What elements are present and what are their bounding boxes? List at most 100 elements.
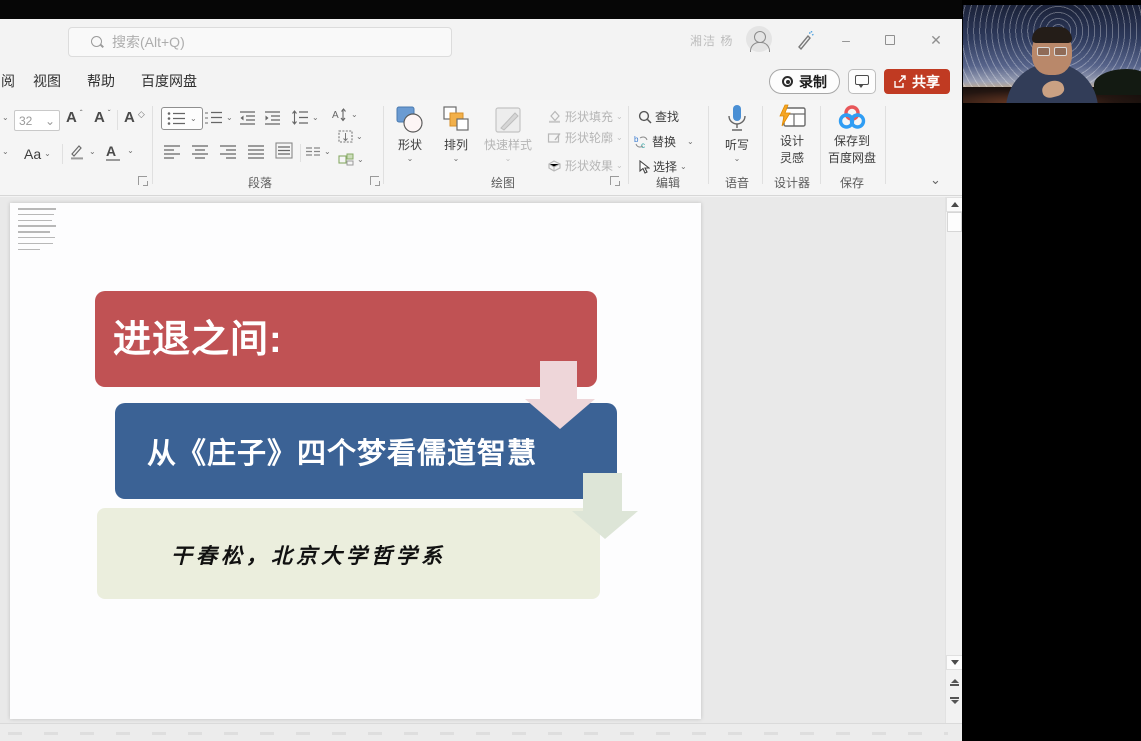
align-center-button[interactable] bbox=[191, 144, 209, 159]
menu-baidu-netdisk[interactable]: 百度网盘 bbox=[141, 71, 197, 91]
down-arrow-icon bbox=[951, 660, 959, 665]
decrease-indent-button[interactable] bbox=[239, 110, 256, 125]
divider bbox=[383, 106, 384, 184]
status-bar bbox=[0, 723, 962, 741]
clear-format-button[interactable]: A◇ bbox=[124, 110, 145, 125]
distribute-icon bbox=[275, 142, 293, 159]
scroll-down-button[interactable] bbox=[946, 655, 962, 670]
save-to-baidu-button[interactable]: 保存到 百度网盘 bbox=[824, 104, 880, 166]
convert-to-smartart-button[interactable]: ⌄ bbox=[338, 153, 364, 166]
user-avatar-icon[interactable] bbox=[746, 26, 772, 52]
shape-effects-button[interactable]: 形状效果 ⌄ bbox=[547, 157, 623, 174]
search-box[interactable] bbox=[68, 27, 452, 57]
slide-title: 进退之间: bbox=[113, 308, 283, 363]
align-center-icon bbox=[192, 146, 208, 158]
select-button[interactable]: 选择 ⌄ bbox=[638, 158, 687, 175]
justify-button[interactable] bbox=[247, 144, 265, 159]
paragraph-dialog-launcher[interactable] bbox=[370, 176, 379, 185]
bullet-list-button[interactable]: ⌄ bbox=[161, 107, 203, 130]
slide-author: 干春松，北京大学哲学系 bbox=[171, 540, 446, 570]
sort-text-button[interactable]: A ⌄ bbox=[332, 107, 358, 123]
find-icon bbox=[638, 110, 652, 124]
dictate-button[interactable]: 听写 ⌄ bbox=[716, 104, 758, 163]
menubar: 阅 视图 帮助 百度网盘 录制 共享 bbox=[0, 62, 962, 100]
comment-bubble-icon bbox=[855, 75, 869, 85]
menu-view[interactable]: 视图 bbox=[33, 71, 61, 91]
quick-styles-button[interactable]: 快速样式 ⌄ bbox=[478, 106, 538, 163]
replace-button[interactable]: b c 替换 ⌄ bbox=[634, 133, 694, 150]
save-group-label: 保存 bbox=[824, 174, 880, 191]
previous-slide-button[interactable] bbox=[948, 679, 961, 686]
shape-outline-button[interactable]: 形状轮廓 ⌄ bbox=[547, 129, 623, 146]
top-letterbox-bar bbox=[0, 0, 962, 19]
pink-down-arrow[interactable] bbox=[525, 361, 595, 429]
line-spacing-button[interactable]: ⌄ bbox=[291, 110, 319, 125]
highlight-pen-button[interactable]: ⌄ bbox=[68, 144, 96, 160]
svg-text:c: c bbox=[641, 141, 645, 149]
magic-pen-icon[interactable] bbox=[795, 29, 815, 51]
titlebar: 湘洁 杨 – ✕ bbox=[0, 19, 962, 62]
green-down-arrow[interactable] bbox=[572, 473, 638, 539]
justify-icon bbox=[248, 146, 264, 158]
scroll-up-button[interactable] bbox=[946, 197, 962, 212]
divider bbox=[62, 144, 63, 164]
chevron-down-icon: ⌄ bbox=[407, 155, 414, 163]
numbered-list-button[interactable]: ⌄ bbox=[204, 110, 233, 125]
arrange-button[interactable]: 排列 ⌄ bbox=[434, 106, 478, 163]
comment-button[interactable] bbox=[848, 69, 876, 94]
menu-review[interactable]: 阅 bbox=[1, 71, 15, 91]
align-left-button[interactable] bbox=[163, 144, 181, 159]
editing-group-label: 编辑 bbox=[648, 174, 688, 191]
search-input[interactable] bbox=[112, 34, 412, 50]
text-direction-button[interactable]: ⌄ bbox=[338, 130, 363, 143]
collapse-ribbon-chevron[interactable]: ⌄ bbox=[930, 172, 941, 188]
record-button[interactable]: 录制 bbox=[769, 69, 840, 94]
increase-indent-button[interactable] bbox=[264, 110, 281, 125]
font-name-dropdown-chevron[interactable]: ⌄ bbox=[2, 114, 9, 122]
scrollbar-thumb[interactable] bbox=[947, 212, 962, 232]
webcam-video-tile[interactable] bbox=[963, 5, 1141, 103]
quick-styles-icon bbox=[493, 106, 523, 134]
font-color-button[interactable]: A ⌄ bbox=[106, 144, 134, 158]
small-text-placeholder[interactable] bbox=[18, 208, 58, 254]
next-slide-button[interactable] bbox=[948, 697, 961, 704]
columns-button[interactable]: ⌄ bbox=[305, 146, 331, 158]
microphone-icon bbox=[726, 104, 748, 134]
grow-font-button[interactable]: Aˆ bbox=[66, 110, 83, 125]
up-arrow-icon bbox=[951, 202, 959, 207]
share-button[interactable]: 共享 bbox=[884, 69, 950, 94]
shape-fill-button[interactable]: 形状填充 ⌄ bbox=[547, 108, 623, 125]
menubar-actions: 录制 共享 bbox=[769, 69, 950, 94]
decrease-indent-icon bbox=[239, 110, 256, 125]
slide-canvas[interactable]: 进退之间: 从《庄子》四个梦看儒道智慧 干春松，北京大学哲学系 bbox=[10, 203, 701, 719]
title-banner[interactable]: 进退之间: bbox=[95, 291, 597, 387]
user-name: 湘洁 杨 bbox=[690, 32, 733, 49]
align-right-button[interactable] bbox=[219, 144, 237, 159]
shapes-button[interactable]: 形状 ⌄ bbox=[388, 106, 432, 163]
design-ideas-button[interactable]: 设计 灵感 bbox=[770, 104, 814, 166]
find-button[interactable]: 查找 bbox=[638, 108, 679, 125]
font-dialog-launcher[interactable] bbox=[138, 176, 147, 185]
author-banner[interactable]: 干春松，北京大学哲学系 bbox=[97, 508, 600, 599]
vertical-scrollbar[interactable] bbox=[945, 197, 962, 723]
chevron-down-icon: ⌄ bbox=[505, 155, 512, 163]
minimize-button[interactable]: – bbox=[832, 27, 860, 53]
presenter-person bbox=[1004, 29, 1100, 103]
slide-subtitle: 从《庄子》四个梦看儒道智慧 bbox=[147, 430, 537, 472]
divider bbox=[762, 106, 763, 184]
drawing-group-label: 绘图 bbox=[478, 174, 528, 191]
distribute-text-button[interactable] bbox=[275, 142, 293, 159]
divider bbox=[885, 106, 886, 184]
font-size-box[interactable]: 32 ⌄ bbox=[14, 110, 60, 131]
font-dropdown-chevron[interactable]: ⌄ bbox=[2, 148, 9, 156]
close-button[interactable]: ✕ bbox=[922, 27, 950, 53]
restore-button[interactable] bbox=[876, 27, 904, 53]
change-case-button[interactable]: Aa⌄ bbox=[24, 146, 51, 162]
shrink-font-button[interactable]: Aˇ bbox=[94, 110, 111, 125]
line-spacing-icon bbox=[291, 110, 309, 125]
drawing-dialog-launcher[interactable] bbox=[610, 176, 619, 185]
presentation-app-window: 湘洁 杨 – ✕ 阅 视图 帮助 百度网盘 录制 bbox=[0, 0, 962, 741]
columns-icon bbox=[305, 146, 321, 158]
meeting-video-panel bbox=[962, 0, 1141, 741]
menu-help[interactable]: 帮助 bbox=[87, 71, 115, 91]
